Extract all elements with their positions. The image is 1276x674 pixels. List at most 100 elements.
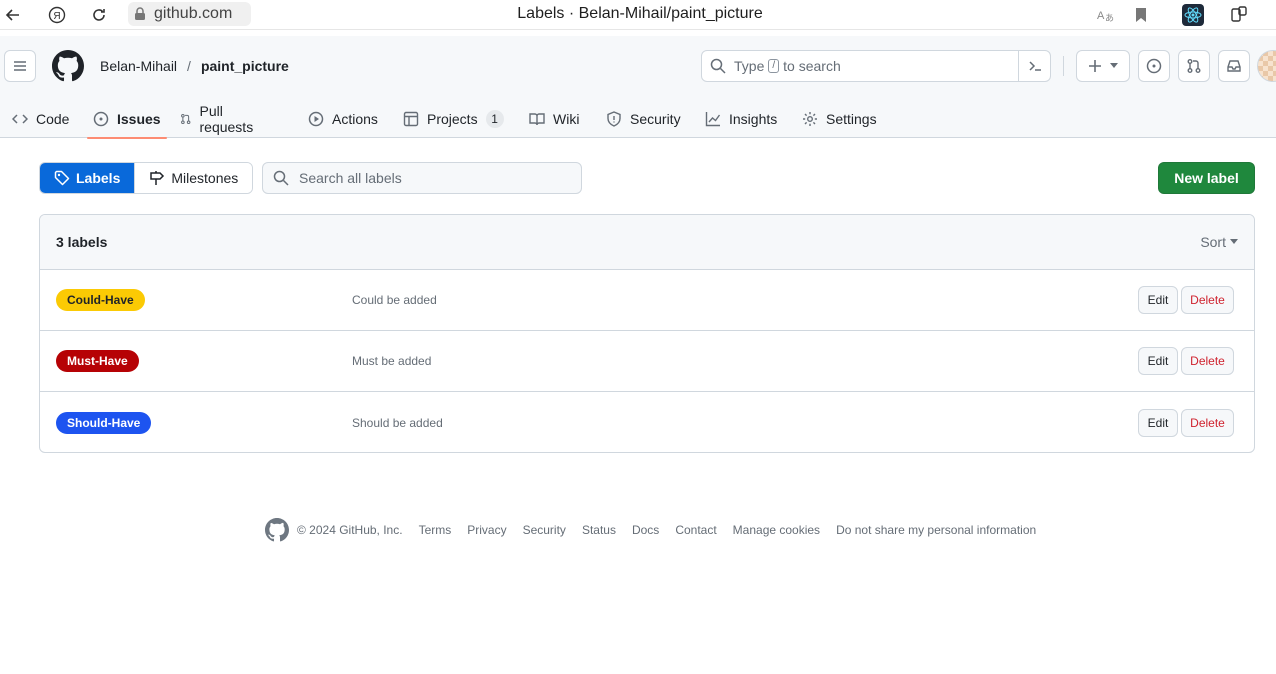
sort-dropdown[interactable]: Sort bbox=[1200, 234, 1238, 250]
tab-projects[interactable]: Projects 1 bbox=[403, 100, 504, 138]
react-devtools-icon[interactable] bbox=[1182, 4, 1204, 26]
tab-label: Projects bbox=[427, 111, 478, 127]
edit-label-button[interactable]: Edit bbox=[1138, 286, 1178, 314]
footer-link-do-not-share[interactable]: Do not share my personal information bbox=[836, 523, 1036, 537]
labels-count: 3 labels bbox=[56, 234, 108, 250]
tab-label: Actions bbox=[332, 111, 378, 127]
tab-label: Insights bbox=[729, 111, 778, 127]
edit-label-button[interactable]: Edit bbox=[1138, 347, 1178, 375]
search-prefix: Type bbox=[734, 58, 765, 74]
global-search[interactable]: Type / to search bbox=[701, 50, 1051, 82]
label-search-placeholder: Search all labels bbox=[299, 170, 402, 186]
bookmark-icon[interactable] bbox=[1130, 4, 1152, 26]
delete-label-button[interactable]: Delete bbox=[1181, 347, 1234, 375]
caret-down-icon bbox=[1110, 63, 1118, 68]
menu-button[interactable] bbox=[4, 50, 36, 82]
labels-tab-label: Labels bbox=[76, 170, 121, 186]
git-pull-request-icon bbox=[1187, 59, 1201, 73]
inbox-icon bbox=[1227, 60, 1241, 72]
delete-label-button[interactable]: Delete bbox=[1181, 286, 1234, 314]
search-suffix: to search bbox=[783, 58, 841, 74]
projects-count-badge: 1 bbox=[485, 110, 504, 128]
footer-link-terms[interactable]: Terms bbox=[419, 523, 452, 537]
search-shortcut-key: / bbox=[768, 59, 780, 73]
tab-label: Issues bbox=[117, 111, 161, 127]
label-pill[interactable]: Could-Have bbox=[56, 289, 145, 311]
milestone-icon bbox=[150, 171, 165, 185]
milestones-tab-button[interactable]: Milestones bbox=[134, 163, 253, 193]
copyright-text: © 2024 GitHub, Inc. bbox=[297, 523, 403, 537]
tab-wiki[interactable]: Wiki bbox=[529, 100, 579, 138]
shield-icon bbox=[607, 111, 621, 127]
breadcrumb-separator: / bbox=[187, 58, 191, 74]
repo-link[interactable]: paint_picture bbox=[201, 58, 289, 74]
tab-label: Pull requests bbox=[199, 103, 254, 135]
browser-page-title: Labels · Belan-Mihail/paint_picture bbox=[517, 5, 763, 22]
play-icon bbox=[308, 111, 324, 127]
caret-down-icon bbox=[1230, 239, 1238, 244]
header-divider bbox=[1063, 56, 1064, 76]
milestones-tab-label: Milestones bbox=[171, 170, 239, 186]
label-description: Should be added bbox=[352, 415, 443, 430]
inbox-button[interactable] bbox=[1218, 50, 1250, 82]
tab-insights[interactable]: Insights bbox=[705, 100, 777, 138]
back-arrow-icon[interactable] bbox=[2, 4, 24, 26]
translate-icon[interactable]: Aあ bbox=[1094, 4, 1116, 26]
footer-copyright: © 2024 GitHub, Inc. bbox=[265, 518, 403, 542]
label-row: Should-Have Should be added Edit Delete bbox=[40, 392, 1254, 452]
address-bar[interactable]: github.com bbox=[128, 2, 251, 26]
tab-issues[interactable]: Issues bbox=[87, 100, 167, 139]
reload-icon[interactable] bbox=[88, 4, 110, 26]
tab-settings[interactable]: Settings bbox=[802, 100, 877, 138]
tab-pull-requests[interactable]: Pull requests bbox=[180, 100, 258, 138]
tag-icon bbox=[54, 170, 70, 186]
repo-header: Belan-Mihail / paint_picture Type / to s… bbox=[0, 36, 1276, 139]
svg-text:Я: Я bbox=[53, 11, 60, 22]
breadcrumb: Belan-Mihail / paint_picture bbox=[100, 58, 289, 74]
sort-label: Sort bbox=[1200, 234, 1226, 250]
plus-icon bbox=[1089, 60, 1101, 72]
footer-link-contact[interactable]: Contact bbox=[675, 523, 716, 537]
tab-label: Settings bbox=[826, 111, 877, 127]
footer-link-privacy[interactable]: Privacy bbox=[467, 523, 506, 537]
svg-text:A: A bbox=[1097, 10, 1105, 22]
labels-list: 3 labels Sort Could-Have Could be added … bbox=[39, 214, 1255, 453]
edit-label-button[interactable]: Edit bbox=[1138, 408, 1178, 437]
tab-label: Code bbox=[36, 111, 70, 127]
footer-link-security[interactable]: Security bbox=[523, 523, 566, 537]
issues-button[interactable] bbox=[1138, 50, 1170, 82]
tab-security[interactable]: Security bbox=[606, 100, 681, 138]
tab-code[interactable]: Code bbox=[12, 100, 69, 138]
delete-label-button[interactable]: Delete bbox=[1181, 408, 1234, 437]
github-logo-icon[interactable] bbox=[52, 50, 84, 82]
labels-tab-button[interactable]: Labels bbox=[40, 163, 135, 193]
yandex-icon[interactable]: Я bbox=[46, 4, 68, 26]
pull-requests-button[interactable] bbox=[1178, 50, 1210, 82]
footer-link-manage-cookies[interactable]: Manage cookies bbox=[733, 523, 820, 537]
command-palette-icon[interactable] bbox=[1018, 51, 1050, 81]
gear-icon bbox=[803, 112, 817, 126]
footer-link-docs[interactable]: Docs bbox=[632, 523, 659, 537]
owner-link[interactable]: Belan-Mihail bbox=[100, 58, 177, 74]
extensions-icon[interactable] bbox=[1228, 4, 1250, 26]
label-pill[interactable]: Must-Have bbox=[56, 350, 139, 372]
tab-actions[interactable]: Actions bbox=[308, 100, 378, 138]
issue-opened-icon bbox=[93, 111, 109, 127]
create-new-button[interactable] bbox=[1076, 50, 1130, 82]
tab-label: Wiki bbox=[553, 111, 580, 127]
footer-link-status[interactable]: Status bbox=[582, 523, 616, 537]
labels-list-header: 3 labels Sort bbox=[40, 215, 1254, 270]
github-logo-icon[interactable] bbox=[265, 518, 289, 542]
new-label-button[interactable]: New label bbox=[1158, 162, 1255, 194]
issue-opened-icon bbox=[1146, 58, 1162, 74]
hamburger-icon bbox=[14, 61, 26, 71]
tab-label: Security bbox=[630, 111, 681, 127]
label-pill[interactable]: Should-Have bbox=[56, 411, 152, 434]
lock-icon bbox=[135, 7, 145, 20]
avatar[interactable] bbox=[1257, 50, 1276, 82]
graph-icon bbox=[705, 112, 721, 127]
label-description: Could be added bbox=[352, 293, 437, 307]
label-search-input[interactable]: Search all labels bbox=[262, 162, 582, 194]
url-text: github.com bbox=[154, 5, 233, 22]
label-row: Must-Have Must be added Edit Delete bbox=[40, 331, 1254, 392]
